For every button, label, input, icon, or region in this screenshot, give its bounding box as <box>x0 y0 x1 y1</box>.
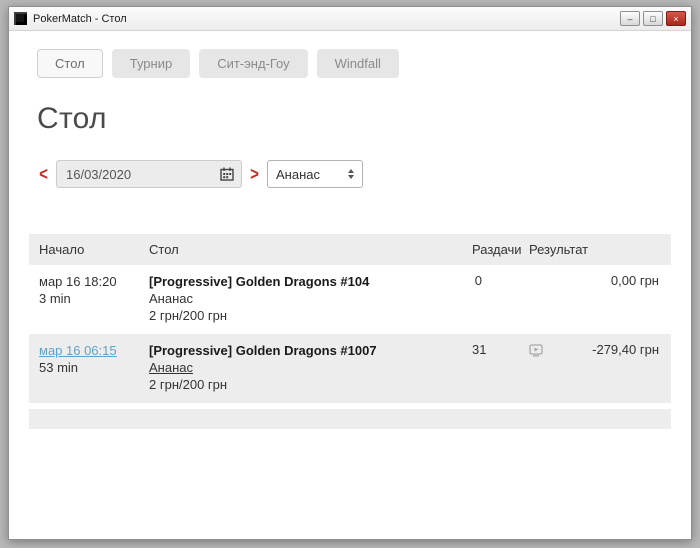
stakes: 2 грн/200 грн <box>149 377 228 392</box>
window-content: Стол Турнир Сит-энд-Гоу Windfall Стол < <box>9 31 691 539</box>
table-name: [Progressive] Golden Dragons #1007 <box>149 343 377 358</box>
app-window: PokerMatch - Стол – □ × Стол Турнир Сит-… <box>8 6 692 540</box>
date-picker <box>56 160 242 188</box>
chevron-left-icon: < <box>39 163 48 185</box>
session-duration: 3 min <box>39 291 71 306</box>
tab-windfall[interactable]: Windfall <box>316 49 399 78</box>
game-type-link[interactable]: Ананас <box>149 360 193 375</box>
maximize-button[interactable]: □ <box>643 11 663 26</box>
chevron-right-icon: > <box>250 163 259 185</box>
filter-bar: < > Ананас <box>37 160 663 188</box>
hands-count: 0 <box>474 273 482 288</box>
session-row: мар 16 06:15 53 min [Progressive] Golden… <box>29 334 671 403</box>
session-duration: 53 min <box>39 360 79 375</box>
game-type: Ананас <box>149 291 193 306</box>
game-select[interactable]: Ананас <box>267 160 363 188</box>
titlebar[interactable]: PokerMatch - Стол – □ × <box>9 7 691 31</box>
column-header-hands: Раздачи <box>472 242 522 257</box>
session-row: мар 16 18:20 3 min [Progressive] Golden … <box>29 265 671 334</box>
table-header-row: Начало Стол Раздачи Результат <box>29 234 671 265</box>
next-date-button[interactable]: > <box>248 164 261 184</box>
tab-sit-and-go[interactable]: Сит-энд-Гоу <box>199 49 308 78</box>
game-select-value: Ананас <box>276 166 320 182</box>
column-header-table: Стол <box>149 242 179 257</box>
hands-count: 31 <box>472 342 487 357</box>
column-header-start: Начало <box>39 242 85 257</box>
stakes: 2 грн/200 грн <box>149 308 228 323</box>
sessions-table: Начало Стол Раздачи Результат мар 16 18:… <box>29 234 671 403</box>
app-icon <box>14 12 27 25</box>
column-header-result: Результат <box>529 242 589 257</box>
session-start-time-link[interactable]: мар 16 06:15 <box>39 343 117 358</box>
minimize-button[interactable]: – <box>620 11 640 26</box>
tab-table[interactable]: Стол <box>37 49 103 78</box>
tab-tournament[interactable]: Турнир <box>111 49 191 78</box>
window-title: PokerMatch - Стол <box>33 12 127 25</box>
desktop: { "window": { "title": "PokerMatch - Сто… <box>0 0 700 548</box>
window-controls: – □ × <box>620 11 686 26</box>
prev-date-button[interactable]: < <box>37 164 50 184</box>
session-result: -279,40 грн <box>592 342 659 357</box>
calendar-icon[interactable] <box>220 167 234 181</box>
page-title: Стол <box>37 102 107 135</box>
session-start-time: мар 16 18:20 <box>39 274 117 289</box>
table-name: [Progressive] Golden Dragons #104 <box>149 274 370 289</box>
tab-bar: Стол Турнир Сит-энд-Гоу Windfall <box>37 49 663 78</box>
table-footer <box>29 409 671 429</box>
close-button[interactable]: × <box>666 11 686 26</box>
session-result: 0,00 грн <box>610 273 659 288</box>
date-input[interactable] <box>56 160 242 188</box>
select-arrows-icon <box>348 169 354 179</box>
replay-icon[interactable] <box>529 343 543 357</box>
